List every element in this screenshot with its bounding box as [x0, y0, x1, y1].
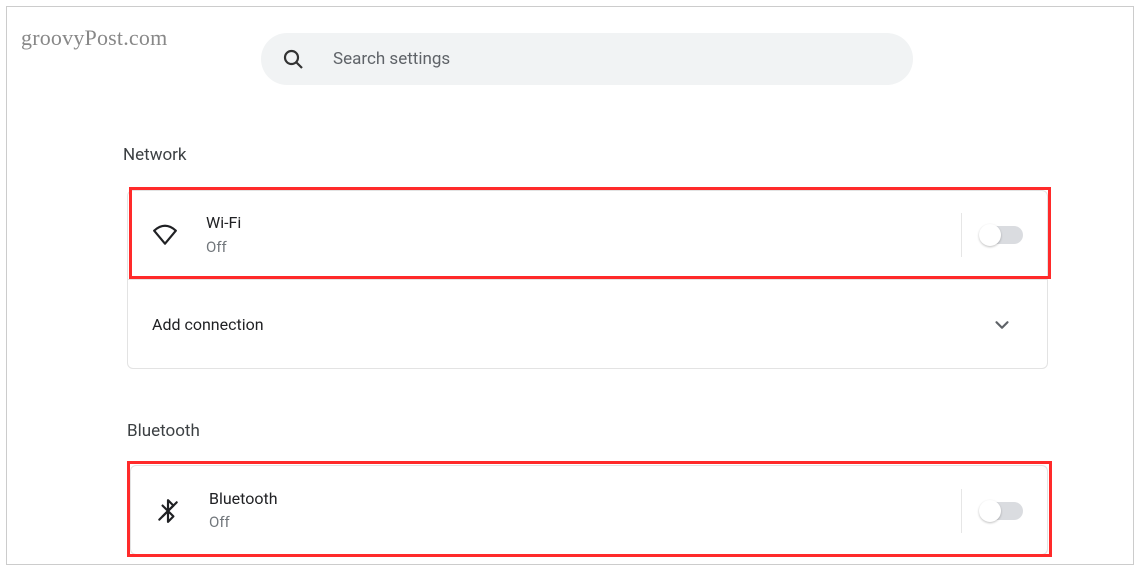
- bluetooth-toggle-wrap: [961, 466, 1023, 555]
- bluetooth-card: Bluetooth Off: [130, 465, 1048, 555]
- wifi-labels: Wi-Fi Off: [206, 212, 241, 257]
- wifi-toggle[interactable]: [981, 226, 1023, 244]
- search-icon: [281, 47, 305, 71]
- search-bar[interactable]: Search settings: [261, 33, 913, 85]
- bluetooth-toggle-knob: [979, 500, 1001, 522]
- wifi-toggle-knob: [979, 224, 1001, 246]
- bluetooth-row[interactable]: Bluetooth Off: [131, 466, 1047, 555]
- bluetooth-title: Bluetooth: [209, 488, 278, 510]
- wifi-status: Off: [206, 237, 241, 258]
- settings-frame: groovyPost.com Search settings Network W…: [6, 6, 1134, 565]
- wifi-icon: [152, 222, 178, 248]
- section-heading-network: Network: [123, 145, 187, 165]
- wifi-toggle-wrap: [961, 191, 1023, 279]
- search-placeholder: Search settings: [333, 49, 450, 69]
- add-connection-row[interactable]: Add connection: [128, 280, 1047, 369]
- add-connection-label: Add connection: [152, 315, 264, 334]
- section-heading-bluetooth: Bluetooth: [127, 421, 200, 441]
- chevron-down-icon: [991, 314, 1013, 336]
- watermark-text: groovyPost.com: [21, 25, 167, 51]
- bluetooth-labels: Bluetooth Off: [209, 488, 278, 533]
- wifi-title: Wi-Fi: [206, 212, 241, 234]
- network-card: Wi-Fi Off Add connection: [127, 190, 1048, 369]
- bluetooth-off-icon: [155, 498, 181, 524]
- bluetooth-toggle[interactable]: [981, 502, 1023, 520]
- bluetooth-status: Off: [209, 512, 278, 533]
- wifi-row[interactable]: Wi-Fi Off: [128, 191, 1047, 280]
